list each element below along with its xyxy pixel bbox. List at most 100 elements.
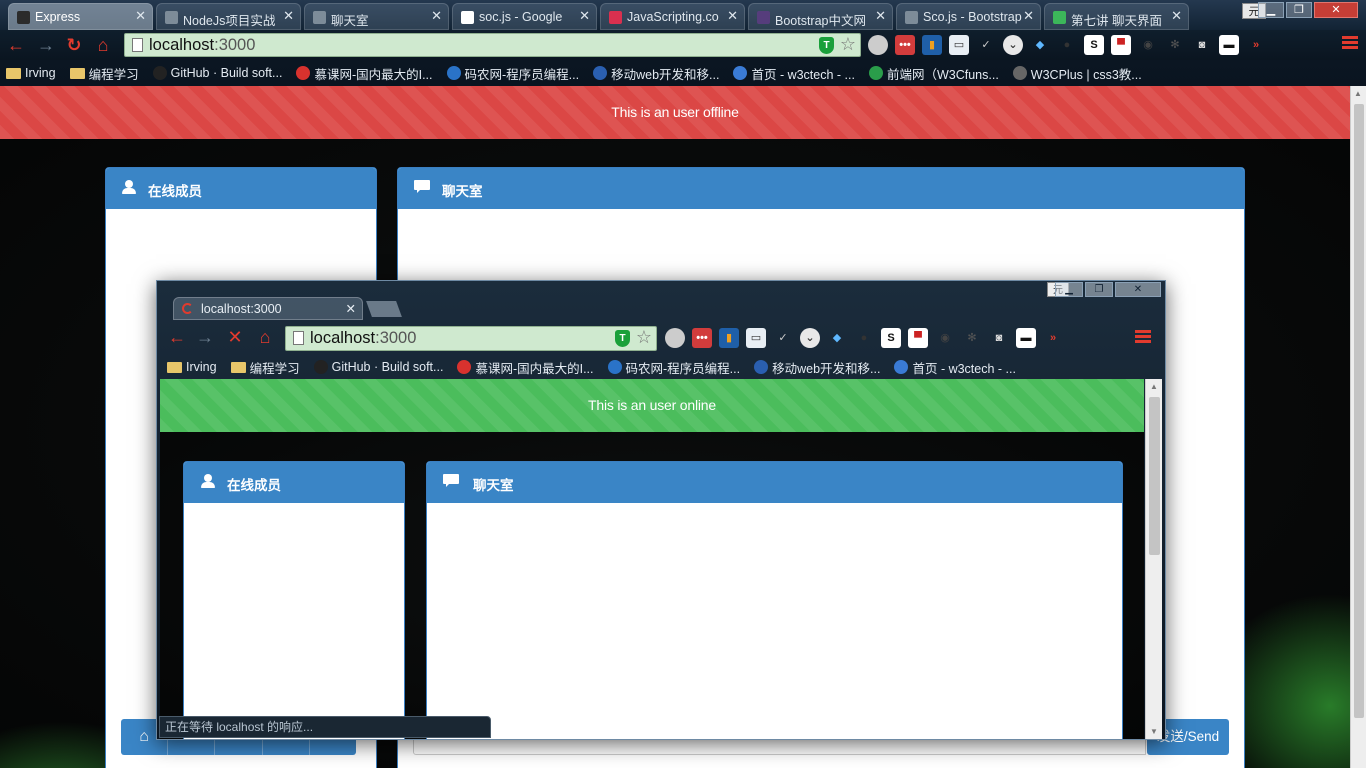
extension-dark-icon[interactable]: ●	[1057, 35, 1077, 55]
popup-extension-more-icon[interactable]: •••	[692, 328, 712, 348]
chrome-menu-icon[interactable]	[1342, 36, 1358, 52]
popup-extension-dark-icon[interactable]: ●	[854, 328, 874, 348]
popup-bookmark-item[interactable]: 编程学习	[230, 358, 300, 377]
bookmark-star-icon[interactable]: ☆	[840, 34, 856, 55]
popup-extension-pocket-icon[interactable]: ⌄	[800, 328, 820, 348]
reload-icon[interactable]: ↻	[64, 35, 84, 55]
extension-chart-icon[interactable]: ▮	[922, 35, 942, 55]
tab-close-icon[interactable]: ✕	[1171, 8, 1182, 24]
popup-close-window-button[interactable]: ✕	[1115, 282, 1161, 297]
back-icon[interactable]: ←	[6, 35, 26, 55]
tab-close-icon[interactable]: ✕	[875, 8, 886, 24]
bookmark-item[interactable]: W3CPlus | css3教...	[1012, 64, 1142, 83]
popup-scroll-up-icon[interactable]: ▲	[1150, 382, 1158, 391]
popup-restore-button[interactable]: ❐	[1085, 282, 1113, 297]
page-scrollbar[interactable]: ▲	[1350, 86, 1366, 768]
popup-scroll-down-icon[interactable]: ▼	[1150, 727, 1158, 736]
tab-close-icon[interactable]: ✕	[727, 8, 738, 24]
browser-tab[interactable]: 第七讲 聊天界面 ✕	[1044, 3, 1189, 30]
bookmark-item[interactable]: 编程学习	[69, 64, 139, 83]
bookmark-item[interactable]: 首页 - w3ctech - ...	[733, 64, 855, 83]
popup-extension-check-icon[interactable]: ✓	[773, 328, 793, 348]
forward-icon[interactable]: →	[36, 35, 56, 55]
popup-bookmark-item[interactable]: 码农网-程序员编程...	[607, 358, 740, 377]
popup-extension-window-icon[interactable]: ▭	[746, 328, 766, 348]
popup-extension-circle-icon[interactable]: ◉	[935, 328, 955, 348]
popup-address-bar[interactable]: localhost:3000 T ☆	[285, 326, 657, 351]
address-bar[interactable]: localhost:3000 T ☆	[124, 33, 861, 57]
popup-address-url[interactable]: localhost:3000	[310, 329, 416, 348]
extension-globe-icon[interactable]	[868, 35, 888, 55]
browser-tab[interactable]: 聊天室 ✕	[304, 3, 449, 30]
popup-extension-cast-icon[interactable]: ▬	[1016, 328, 1036, 348]
popup-scrollbar[interactable]: ▲ ▼	[1145, 379, 1162, 739]
minimize-button[interactable]: ▁	[1258, 2, 1284, 18]
extension-more-icon[interactable]: •••	[895, 35, 915, 55]
bookmark-item[interactable]: Irving	[6, 66, 56, 80]
extension-gear-icon[interactable]: ✻	[1165, 35, 1185, 55]
popup-bookmark-star-icon[interactable]: ☆	[636, 327, 652, 348]
popup-bookmark-item[interactable]: 首页 - w3ctech - ...	[894, 358, 1016, 377]
extension-check-icon[interactable]: ✓	[976, 35, 996, 55]
tab-close-icon[interactable]: ✕	[579, 8, 590, 24]
bookmark-label: 移动web开发和移...	[611, 67, 720, 82]
popup-bookmark-item[interactable]: Irving	[167, 360, 217, 374]
popup-minimize-button[interactable]: ▁	[1055, 282, 1083, 297]
tab-close-icon[interactable]: ✕	[283, 8, 294, 24]
bookmark-item[interactable]: 慕课网-国内最大的I...	[296, 64, 433, 83]
browser-tab[interactable]: Bootstrap中文网 ✕	[748, 3, 893, 30]
tab-close-icon[interactable]: ✕	[135, 8, 146, 24]
popup-forward-icon[interactable]: →	[195, 327, 215, 347]
browser-tab[interactable]: Sco.js - Bootstrap ✕	[896, 3, 1041, 30]
bookmark-item[interactable]: 移动web开发和移...	[593, 64, 719, 83]
extension-cast-icon[interactable]: ▬	[1219, 35, 1239, 55]
browser-tab[interactable]: NodeJs项目实战 ✕	[156, 3, 301, 30]
extension-window-icon[interactable]: ▭	[949, 35, 969, 55]
bookmark-item[interactable]: 前端网（W3Cfuns...	[868, 64, 999, 83]
popup-extension-gear-icon[interactable]: ✻	[962, 328, 982, 348]
popup-chrome-menu-icon[interactable]	[1135, 330, 1151, 346]
popup-extension-mask-icon[interactable]: ▀	[908, 328, 928, 348]
extension-camera-icon[interactable]: ◙	[1192, 35, 1212, 55]
extension-diamond-icon[interactable]: ◆	[1030, 35, 1050, 55]
popup-bookmark-item[interactable]: 移动web开发和移...	[754, 358, 880, 377]
popup-adblock-shield-icon[interactable]: T	[615, 330, 630, 347]
restore-button[interactable]: ❐	[1286, 2, 1312, 18]
tab-favicon-icon	[313, 11, 326, 24]
popup-bookmark-item[interactable]: 慕课网-国内最大的I...	[457, 358, 594, 377]
new-tab-button[interactable]	[366, 301, 402, 317]
popup-extension-diamond-icon[interactable]: ◆	[827, 328, 847, 348]
bookmark-item[interactable]: GitHub · Build soft...	[152, 66, 282, 80]
scrollbar-thumb[interactable]	[1354, 104, 1364, 718]
home-icon[interactable]: ⌂	[93, 35, 113, 55]
popup-extension-camera-icon[interactable]: ◙	[989, 328, 1009, 348]
popup-tab[interactable]: localhost:3000 ✕	[173, 297, 363, 320]
scroll-up-icon[interactable]: ▲	[1354, 89, 1362, 98]
popup-home-icon[interactable]: ⌂	[255, 327, 275, 347]
popup-extension-s-icon[interactable]: S	[881, 328, 901, 348]
extension-s-icon[interactable]: S	[1084, 35, 1104, 55]
browser-tab[interactable]: JavaScripting.co ✕	[600, 3, 745, 30]
popup-stop-icon[interactable]: ✕	[225, 327, 245, 347]
browser-toolbar: ← → ↻ ⌂ localhost:3000 T ☆ ••• ▮ ▭ ✓ ⌄ ◆…	[0, 30, 1366, 60]
extension-overflow-icon[interactable]: »	[1246, 35, 1266, 55]
adblock-shield-icon[interactable]: T	[819, 37, 834, 54]
extension-mask-icon[interactable]: ▀	[1111, 35, 1131, 55]
popup-extension-overflow-icon[interactable]: »	[1043, 328, 1063, 348]
tab-title: NodeJs项目实战	[183, 14, 276, 28]
browser-tab[interactable]: Express ✕	[8, 3, 153, 30]
close-window-button[interactable]: ✕	[1314, 2, 1358, 18]
tab-close-icon[interactable]: ✕	[431, 8, 442, 24]
bookmark-item[interactable]: 码农网-程序员编程...	[446, 64, 579, 83]
address-url[interactable]: localhost:3000	[149, 36, 255, 55]
extension-circle-icon[interactable]: ◉	[1138, 35, 1158, 55]
popup-scrollbar-thumb[interactable]	[1149, 397, 1160, 555]
popup-extension-chart-icon[interactable]: ▮	[719, 328, 739, 348]
extension-pocket-icon[interactable]: ⌄	[1003, 35, 1023, 55]
tab-close-icon[interactable]: ✕	[1023, 8, 1034, 24]
popup-bookmark-item[interactable]: GitHub · Build soft...	[313, 360, 443, 374]
browser-tab[interactable]: soc.js - Google ✕	[452, 3, 597, 30]
popup-back-icon[interactable]: ←	[167, 327, 187, 347]
popup-extension-globe-icon[interactable]	[665, 328, 685, 348]
popup-tab-close-icon[interactable]: ✕	[346, 301, 356, 316]
